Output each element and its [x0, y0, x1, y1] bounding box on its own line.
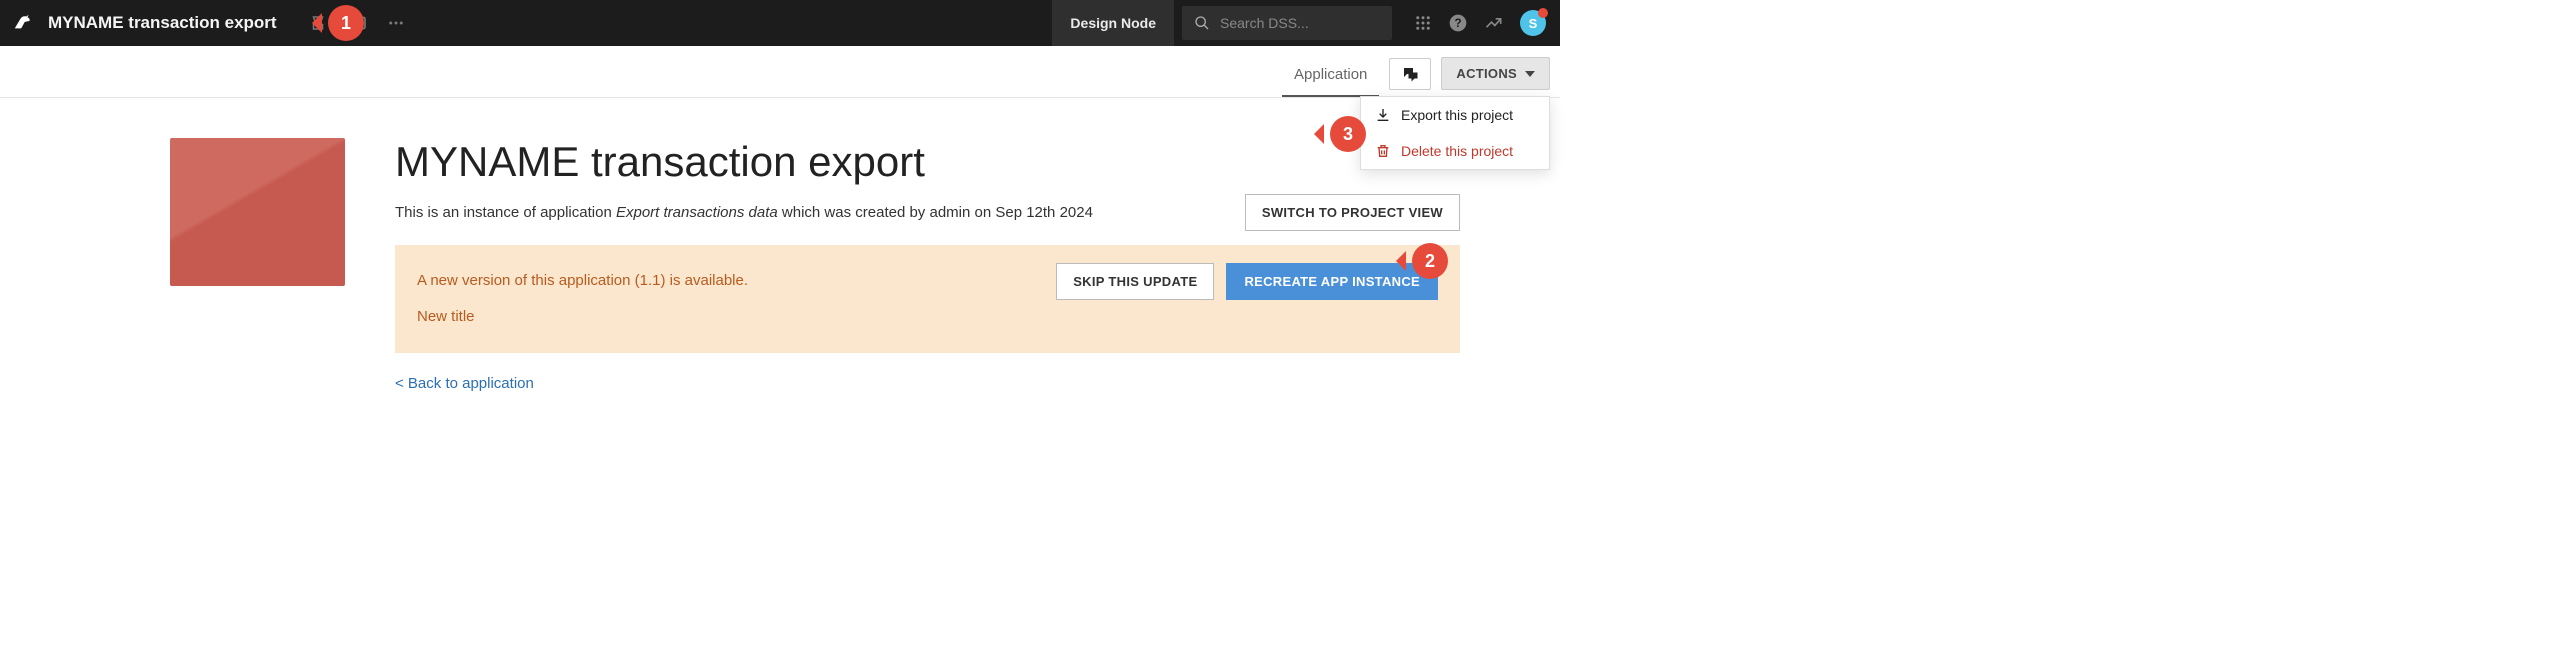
svg-text:?: ?	[1454, 17, 1461, 30]
notice-text: A new version of this application (1.1) …	[417, 263, 748, 335]
desc-prefix: This is an instance of application	[395, 204, 616, 221]
sub-bar: Application ACTIONS Export this project …	[0, 46, 1560, 98]
apps-grid-icon[interactable]	[1414, 14, 1432, 32]
delete-project-item[interactable]: Delete this project	[1361, 133, 1549, 169]
recreate-instance-button[interactable]: RECREATE APP INSTANCE	[1226, 263, 1438, 300]
annotation-2: 2	[1412, 243, 1448, 279]
user-avatar[interactable]: S	[1520, 10, 1546, 36]
topbar-left: MYNAME transaction export	[12, 10, 1052, 37]
export-label: Export this project	[1401, 107, 1513, 123]
search-icon	[1194, 15, 1210, 31]
content-area: MYNAME transaction export This is an ins…	[395, 138, 1460, 393]
design-node-label[interactable]: Design Node	[1052, 0, 1174, 46]
export-project-item[interactable]: Export this project	[1361, 97, 1549, 133]
discussions-button[interactable]	[1389, 58, 1431, 90]
project-title[interactable]: MYNAME transaction export	[48, 13, 277, 33]
notice-line1: A new version of this application (1.1) …	[417, 263, 748, 299]
actions-dropdown: Export this project Delete this project	[1360, 96, 1550, 170]
skip-update-button[interactable]: SKIP THIS UPDATE	[1056, 263, 1214, 300]
search-input[interactable]	[1220, 15, 1380, 31]
annotation-1: 1	[328, 5, 364, 41]
desc-suffix: which was created by admin on Sep 12th 2…	[778, 204, 1093, 221]
search-box[interactable]	[1182, 6, 1392, 40]
chat-icon	[1400, 65, 1420, 83]
project-image	[170, 138, 345, 286]
switch-project-view-button[interactable]: SWITCH TO PROJECT VIEW	[1245, 194, 1460, 231]
caret-down-icon	[1525, 69, 1535, 79]
actions-button[interactable]: ACTIONS	[1441, 57, 1550, 90]
instance-description: This is an instance of application Expor…	[395, 204, 1093, 221]
delete-label: Delete this project	[1401, 143, 1513, 159]
main-content: MYNAME transaction export This is an ins…	[0, 98, 1560, 433]
update-notice: A new version of this application (1.1) …	[395, 245, 1460, 353]
annotation-3: 3	[1330, 116, 1366, 152]
topbar-right: Design Node ? S	[1052, 0, 1560, 46]
tab-application[interactable]: Application	[1282, 56, 1379, 97]
page-title: MYNAME transaction export	[395, 138, 1460, 186]
trash-icon	[1375, 143, 1391, 159]
bird-logo-icon[interactable]	[12, 10, 34, 37]
actions-label: ACTIONS	[1456, 66, 1517, 81]
trend-icon[interactable]	[1484, 13, 1504, 33]
notice-line2: New title	[417, 299, 748, 335]
help-icon[interactable]: ?	[1448, 13, 1468, 33]
top-bar: MYNAME transaction export Design Node ?	[0, 0, 1560, 46]
desc-app-name: Export transactions data	[616, 204, 778, 221]
download-icon	[1375, 107, 1391, 123]
more-icon[interactable]	[387, 14, 405, 32]
back-to-application-link[interactable]: < Back to application	[395, 375, 534, 392]
